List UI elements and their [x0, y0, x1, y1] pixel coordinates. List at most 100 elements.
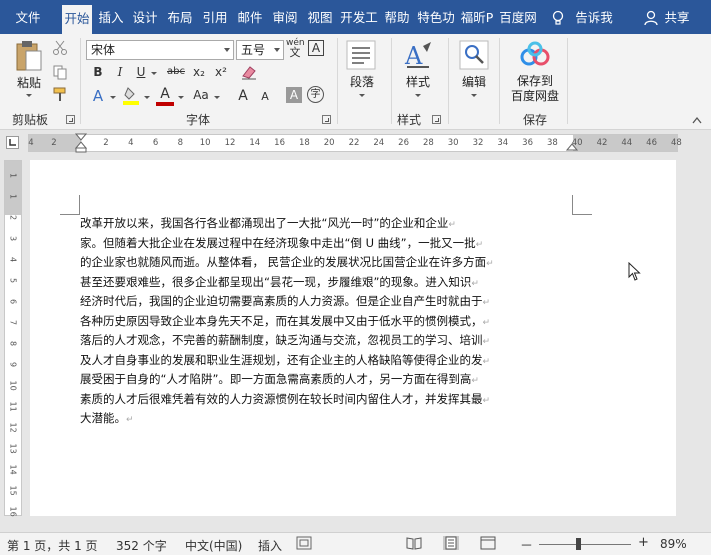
tab-stop-selector-icon[interactable] — [6, 136, 19, 149]
paragraph-dropdown-arrow[interactable] — [359, 94, 365, 97]
paste-label[interactable]: 粘贴 — [14, 74, 44, 91]
styles-icon[interactable]: A — [403, 40, 433, 70]
highlight-dropdown-arrow[interactable] — [144, 96, 150, 99]
language[interactable]: 中文(中国) — [185, 537, 242, 554]
print-layout-icon[interactable] — [443, 536, 459, 550]
vertical-scroll-area[interactable] — [678, 156, 711, 532]
character-shading-button[interactable]: A — [286, 87, 302, 103]
strikethrough-button[interactable]: abc — [165, 66, 187, 77]
tell-me-search[interactable]: 告诉我 — [572, 0, 616, 34]
document-body[interactable]: 改革开放以来，我国各行各业都涌现出了一大批“风光一时”的企业和企业↵ 家。但随着大… — [80, 215, 528, 430]
font-color-dropdown-arrow[interactable] — [178, 96, 184, 99]
web-layout-icon[interactable] — [480, 536, 496, 550]
highlight-color-icon[interactable] — [122, 86, 140, 106]
read-mode-icon[interactable] — [406, 536, 422, 550]
paragraph-icon[interactable] — [346, 40, 376, 70]
change-case-button[interactable]: Aa — [190, 88, 212, 102]
right-indent-marker-icon[interactable] — [566, 141, 578, 151]
tab-view[interactable]: 视图 — [305, 0, 335, 34]
document-line[interactable]: 素质的人才后很难凭着有效的人力资源惯例在较长时间内留住人才，并发挥其最↵ — [80, 391, 528, 411]
format-painter-icon[interactable] — [52, 86, 68, 102]
vertical-ruler[interactable]: 1 1 2 3 4 5 6 7 8 9 10 11 12 13 14 15 16 — [4, 160, 22, 517]
editing-button[interactable]: 编辑 — [452, 73, 496, 90]
paragraph-button[interactable]: 段落 — [340, 73, 384, 90]
save-to-baidu-line1: 保存到 — [516, 74, 553, 88]
tab-baidu-netdisk[interactable]: 百度网 — [499, 0, 537, 34]
phonetic-guide-button[interactable]: wén 文 — [286, 38, 305, 59]
font-name-select[interactable]: 宋体 — [86, 40, 234, 60]
font-size-select[interactable]: 五号 — [236, 40, 284, 60]
cut-icon[interactable] — [52, 40, 68, 56]
zoom-slider-track[interactable] — [539, 544, 631, 545]
text-effects-button[interactable]: A — [90, 87, 106, 105]
styles-dropdown-arrow[interactable] — [415, 94, 421, 97]
horizontal-ruler[interactable]: 4 2 2 4 6 8 10 12 14 16 18 20 22 24 26 28 30 32 34 36 38 40 42… — [28, 133, 682, 153]
text-effects-dropdown-arrow[interactable] — [110, 96, 116, 99]
document-line[interactable]: 的企业家也就随风而逝。从整体看， 民营企业的发展状况比国营企业在许多方面↵ — [80, 254, 528, 274]
tab-developer[interactable]: 开发工 — [340, 0, 378, 34]
tab-home[interactable]: 开始 — [62, 5, 92, 34]
zoom-slider-thumb[interactable] — [576, 538, 581, 550]
underline-dropdown-arrow[interactable] — [151, 72, 157, 75]
styles-button[interactable]: 样式 — [396, 73, 440, 90]
save-to-baidu-button[interactable]: 保存到 百度网盘 — [505, 74, 565, 104]
tab-references[interactable]: 引用 — [200, 0, 230, 34]
paragraph-mark: ↵ — [486, 259, 494, 269]
tab-file[interactable]: 文件 — [6, 0, 50, 34]
share-button[interactable]: 共享 — [660, 0, 694, 34]
indent-marker-icon[interactable] — [75, 133, 87, 153]
font-launcher-icon[interactable] — [322, 115, 331, 124]
ruler-tick-label: 2 — [103, 138, 109, 148]
document-line[interactable]: 落后的人才观念，不完善的薪酬制度，缺乏沟通与交流，忽视员工的学习、培训↵ — [80, 332, 528, 352]
tab-help[interactable]: 帮助 — [382, 0, 412, 34]
paste-dropdown-arrow[interactable] — [26, 94, 32, 97]
vruler-tick-label: 16 — [8, 506, 18, 517]
bold-button[interactable]: B — [90, 65, 106, 79]
insert-mode[interactable]: 插入 — [258, 537, 282, 554]
magnifier-icon[interactable] — [459, 40, 489, 70]
clear-formatting-icon[interactable] — [240, 64, 258, 80]
change-case-dropdown-arrow[interactable] — [214, 96, 220, 99]
italic-button[interactable]: I — [113, 65, 127, 79]
document-line[interactable]: 各种历史原因导致企业本身先天不足，而在其发展中又由于低水平的惯例模式，↵ — [80, 313, 528, 333]
font-color-button[interactable]: A — [156, 86, 174, 106]
tab-review[interactable]: 审阅 — [270, 0, 300, 34]
document-line[interactable]: 改革开放以来，我国各行各业都涌现出了一大批“风光一时”的企业和企业↵ — [80, 215, 528, 235]
document-page[interactable]: 改革开放以来，我国各行各业都涌现出了一大批“风光一时”的企业和企业↵ 家。但随着大… — [30, 160, 676, 516]
tab-mailings[interactable]: 邮件 — [235, 0, 265, 34]
editing-dropdown-arrow[interactable] — [471, 94, 477, 97]
zoom-percent[interactable]: 89% — [660, 537, 687, 551]
document-line[interactable]: 及人才自身事业的发展和职业生涯规划，还有企业主的人格缺陷等使得企业的发↵ — [80, 352, 528, 372]
shrink-font-button[interactable]: A — [258, 90, 272, 103]
zoom-out-button[interactable]: － — [520, 535, 533, 554]
character-border-button[interactable]: A — [308, 40, 324, 56]
lightbulb-icon[interactable] — [551, 10, 565, 26]
document-line[interactable]: 经济时代后，我国的企业迫切需要高素质的人力资源。但是企业自产生时就由于↵ — [80, 293, 528, 313]
baidu-netdisk-icon[interactable] — [519, 41, 551, 69]
underline-button[interactable]: U — [134, 65, 148, 79]
paste-icon[interactable] — [14, 40, 44, 72]
document-line[interactable]: 展受困于自身的“人才陷阱”。即一方面急需高素质的人才，另一方面在得到高↵ — [80, 371, 528, 391]
page-count[interactable]: 第 1 页，共 1 页 — [7, 537, 98, 554]
macro-record-icon[interactable] — [296, 536, 312, 550]
superscript-button[interactable]: x² — [212, 65, 230, 79]
enclose-characters-button[interactable]: 字 — [307, 86, 324, 103]
document-line[interactable]: 大潜能。↵ — [80, 410, 528, 430]
collapse-ribbon-icon[interactable] — [692, 116, 702, 124]
clipboard-launcher-icon[interactable] — [66, 115, 75, 124]
ruler-tick-label: 18 — [298, 138, 310, 148]
tab-foxit-pdf[interactable]: 福昕P — [458, 0, 496, 34]
zoom-in-button[interactable]: + — [638, 535, 649, 550]
copy-icon[interactable] — [52, 64, 68, 80]
styles-launcher-icon[interactable] — [432, 115, 441, 124]
tab-featured[interactable]: 特色功 — [417, 0, 455, 34]
document-line[interactable]: 甚至还要艰难些，很多企业都呈现出“昙花一现，步履维艰”的现象。进入知识↵ — [80, 274, 528, 294]
subscript-button[interactable]: x₂ — [190, 65, 208, 79]
document-line[interactable]: 家。但随着大批企业在发展过程中在经济现象中走出“倒 U 曲线”，一批又一批↵ — [80, 235, 528, 255]
tab-design[interactable]: 设计 — [130, 0, 160, 34]
word-count[interactable]: 352 个字 — [116, 537, 167, 554]
tab-insert[interactable]: 插入 — [96, 0, 126, 34]
grow-font-button[interactable]: A — [235, 88, 251, 104]
tab-layout[interactable]: 布局 — [165, 0, 195, 34]
person-icon[interactable] — [644, 10, 658, 26]
